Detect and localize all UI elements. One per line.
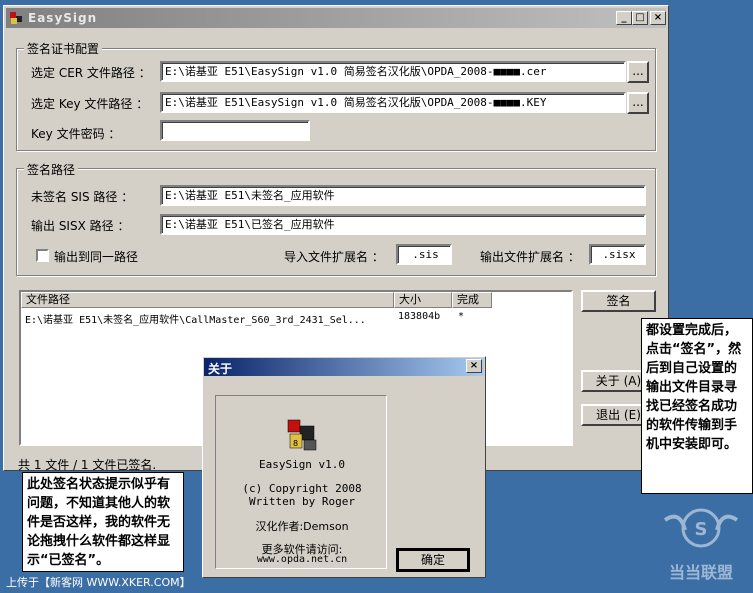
about-url[interactable]: www.opda.net.cn (216, 554, 388, 565)
watermark-logo-icon: S 当当联盟 (663, 508, 739, 582)
status-text: 共 1 文件 / 1 文件已签名. (18, 458, 157, 472)
path-group-title: 签名路径 (24, 161, 79, 178)
sign-button[interactable]: 签名 (581, 290, 656, 312)
cer-path-label: 选定 CER 文件路径 ： (31, 66, 151, 80)
about-copyright: (c) Copyright 2008 (242, 482, 362, 495)
svg-text:8: 8 (293, 439, 298, 448)
minimize-button[interactable]: _ (616, 11, 632, 25)
about-dialog: 关于 × 8 EasySign v1.0 (c) Copyright 2008 … (202, 356, 486, 578)
annotation-left: 此处签名状态提示似乎有问题，不知道其他人的软件是否这样，我的软件无论拖拽什么软件… (22, 472, 184, 572)
annotation-right: 都设置完成后，点击“签名”，然后到自己设置的输出文件目录寻找已经签名成功的软件传… (641, 318, 753, 494)
watermark-text: 当当联盟 (669, 563, 733, 582)
output-path-label: 输出 SISX 路径 ： (31, 219, 130, 233)
window-title: EasySign (28, 11, 98, 25)
svg-text:S: S (695, 519, 708, 540)
about-app-name: EasySign v1.0 (258, 458, 346, 471)
same-path-checkbox[interactable] (36, 249, 49, 262)
import-ext-input[interactable]: .sis (396, 244, 452, 265)
about-dialog-titlebar[interactable]: 关于 × (204, 358, 484, 376)
unsigned-path-label: 未签名 SIS 路径 ： (31, 190, 134, 204)
key-password-input[interactable] (160, 120, 310, 141)
table-row[interactable]: E:\诺基亚 E51\未签名_应用软件\CallMaster_S60_3rd_2… (21, 309, 571, 326)
title-bar[interactable]: EasySign _ □ × (6, 8, 666, 28)
output-ext-label: 输出文件扩展名 ： (480, 250, 580, 264)
app-logo-icon: 8 (287, 419, 317, 451)
key-path-label: 选定 Key 文件路径 ： (31, 97, 149, 111)
cert-group-title: 签名证书配置 (24, 40, 103, 57)
close-button[interactable]: × (650, 11, 666, 25)
same-path-label: 输出到同一路径 (54, 250, 139, 264)
row-done-cell: * (458, 311, 465, 322)
key-browse-button[interactable]: ... (627, 92, 649, 114)
maximize-button[interactable]: □ (632, 11, 648, 25)
key-password-label: Key 文件密码 ： (31, 127, 121, 141)
cer-path-input[interactable]: E:\诺基亚 E51\EasySign v1.0 简易签名汉化版\OPDA_20… (160, 61, 626, 82)
about-ok-button[interactable]: 确定 (396, 548, 470, 572)
key-path-input[interactable]: E:\诺基亚 E51\EasySign v1.0 简易签名汉化版\OPDA_20… (160, 92, 626, 113)
column-header-path[interactable]: 文件路径 (21, 292, 394, 308)
output-path-input[interactable]: E:\诺基亚 E51\已签名_应用软件 (160, 214, 646, 235)
about-dialog-title: 关于 (208, 362, 233, 376)
cer-browse-button[interactable]: ... (627, 61, 649, 83)
about-translator: 汉化作者:Demson (255, 520, 349, 533)
about-info-panel: 8 EasySign v1.0 (c) Copyright 2008 Writt… (215, 395, 387, 569)
footer-upload-text: 上传于【新客网 WWW.XKER.COM】 (6, 576, 191, 589)
unsigned-path-input[interactable]: E:\诺基亚 E51\未签名_应用软件 (160, 185, 646, 206)
import-ext-label: 导入文件扩展名 ： (284, 250, 384, 264)
app-icon (10, 12, 22, 24)
row-size-cell: 183804b (398, 311, 441, 322)
about-close-button[interactable]: × (466, 359, 482, 373)
output-ext-input[interactable]: .sisx (589, 244, 646, 265)
row-path-cell: E:\诺基亚 E51\未签名_应用软件\CallMaster_S60_3rd_2… (25, 315, 366, 326)
about-author: Written by Roger (249, 495, 355, 508)
column-header-size[interactable]: 大小 (394, 292, 452, 308)
column-header-done[interactable]: 完成 (452, 292, 492, 308)
